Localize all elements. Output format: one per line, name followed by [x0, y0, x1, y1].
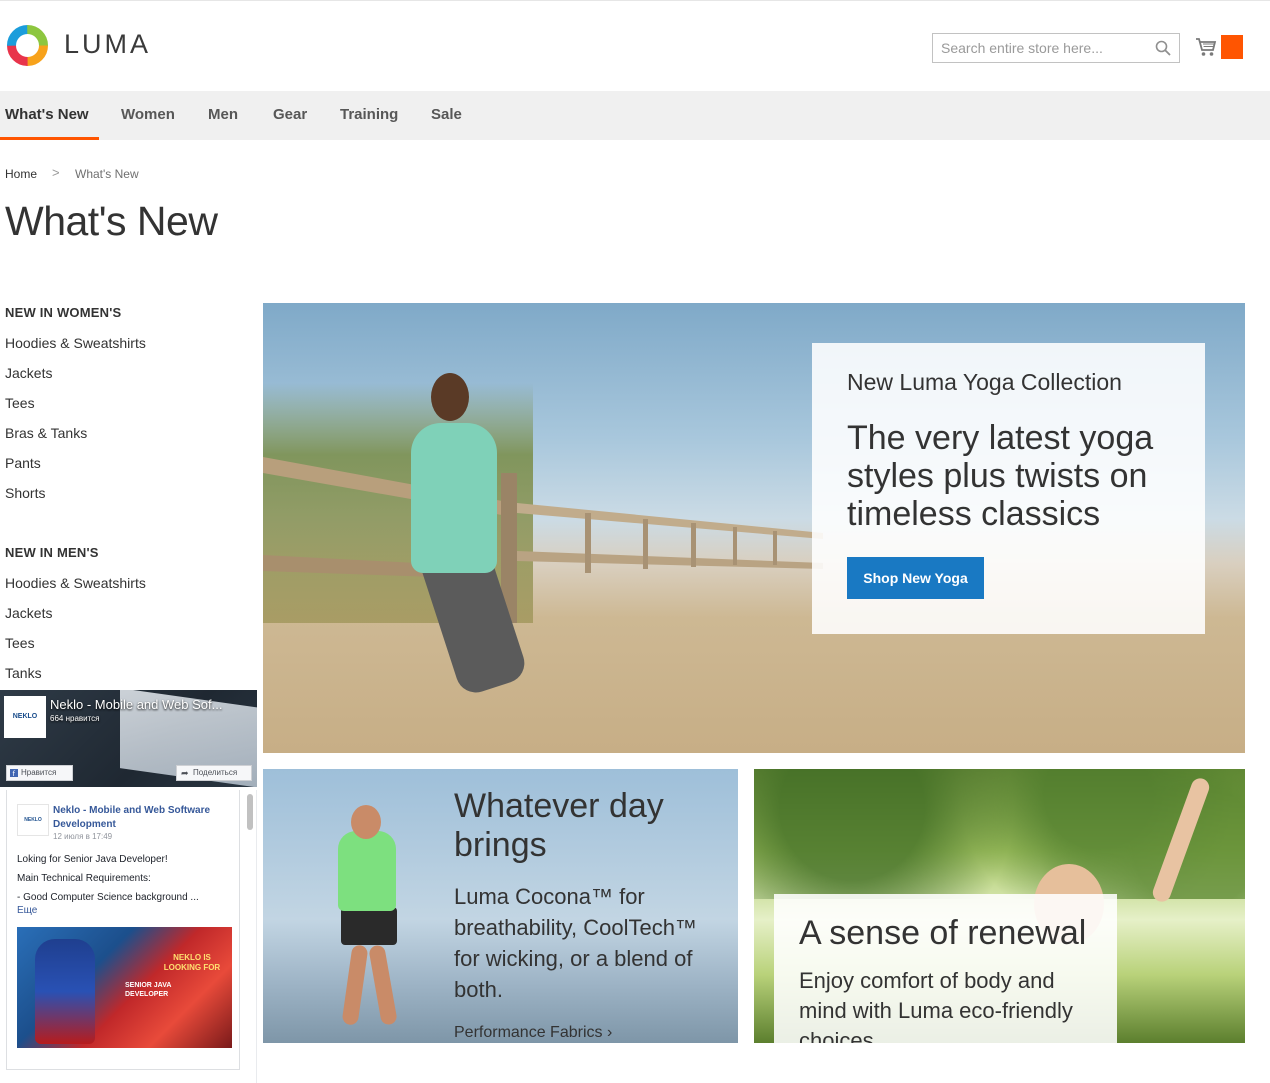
hero-headline: The very latest yoga styles plus twists …	[847, 419, 1154, 533]
performance-fabrics-link[interactable]: Performance Fabrics ›	[454, 1024, 612, 1042]
search-icon[interactable]	[1155, 40, 1171, 56]
promo-title: Whatever day brings	[454, 787, 664, 864]
facebook-f-icon: f	[10, 769, 18, 777]
promo-text-panel: A sense of renewal Enjoy comfort of body…	[774, 894, 1117, 1043]
post-image-subcaption: SENIOR JAVA DEVELOPER	[125, 982, 172, 998]
hero-image-figure	[411, 423, 497, 573]
sidebar-link-men-hoodies[interactable]: Hoodies & Sweatshirts	[5, 575, 146, 591]
sidebar-link-men-tanks[interactable]: Tanks	[5, 665, 42, 681]
facebook-post-more-link[interactable]: Еще	[17, 905, 37, 916]
cart-counter-badge[interactable]	[1221, 35, 1243, 59]
facebook-feed-scrollbar[interactable]	[247, 794, 253, 830]
cart-icon[interactable]	[1195, 37, 1217, 57]
nav-item-whats-new[interactable]: What's New	[5, 91, 89, 140]
promo-image-runner-shorts	[341, 907, 397, 945]
main-navigation: What's New Women Men Gear Training Sale	[0, 91, 1270, 140]
active-nav-indicator	[0, 137, 99, 140]
facebook-post-avatar[interactable]: NEKLO	[17, 804, 49, 836]
sidebar-link-men-tees[interactable]: Tees	[5, 635, 35, 651]
post-image-caption: NEKLO IS LOOKING FOR	[163, 953, 221, 972]
post-image-figure	[35, 939, 95, 1044]
page-title: What's New	[5, 198, 218, 244]
luma-logo-icon[interactable]	[5, 23, 50, 68]
sidebar-link-women-shorts[interactable]: Shorts	[5, 485, 45, 501]
hero-kicker: New Luma Yoga Collection	[847, 369, 1122, 395]
breadcrumb-home[interactable]: Home	[5, 167, 37, 181]
promo-image-runner-head	[351, 805, 381, 839]
search-input[interactable]	[933, 34, 1146, 62]
breadcrumb-current: What's New	[75, 167, 139, 181]
facebook-page-logo[interactable]: NEKLO	[4, 696, 46, 738]
facebook-page-name[interactable]: Neklo - Mobile and Web Sof...	[50, 697, 250, 712]
facebook-share-button[interactable]: ➦ Поделиться	[176, 765, 252, 781]
promo-title: A sense of renewal	[799, 914, 1087, 952]
facebook-post-author[interactable]: Neklo - Mobile and Web Software Developm…	[53, 804, 233, 832]
share-arrow-icon: ➦	[181, 768, 189, 778]
sidebar-link-women-jackets[interactable]: Jackets	[5, 365, 52, 381]
facebook-post-image[interactable]: NEKLO IS LOOKING FOR SENIOR JAVA DEVELOP…	[17, 927, 232, 1048]
search-box	[932, 33, 1180, 63]
facebook-post-text-line: Loking for Senior Java Developer!	[17, 854, 168, 865]
sidebar-link-men-jackets[interactable]: Jackets	[5, 605, 52, 621]
facebook-post-text-line: - Good Computer Science background ...	[17, 892, 199, 903]
sidebar-link-women-bras-tanks[interactable]: Bras & Tanks	[5, 425, 87, 441]
facebook-like-count: 664 нравится	[50, 714, 100, 723]
nav-item-men[interactable]: Men	[208, 91, 238, 140]
facebook-share-label: Поделиться	[193, 768, 238, 777]
facebook-post-text-line: Main Technical Requirements:	[17, 873, 151, 884]
hero-text-panel: New Luma Yoga Collection The very latest…	[812, 343, 1205, 634]
sidebar-link-women-pants[interactable]: Pants	[5, 455, 41, 471]
promo-text: Enjoy comfort of body and mind with Luma…	[799, 968, 1073, 1043]
nav-item-gear[interactable]: Gear	[273, 91, 307, 140]
sidebar-link-women-tees[interactable]: Tees	[5, 395, 35, 411]
facebook-feed[interactable]: NEKLO Neklo - Mobile and Web Software De…	[0, 790, 257, 1083]
facebook-page-cover[interactable]: NEKLO Neklo - Mobile and Web Sof... 664 …	[0, 690, 257, 787]
sidebar-heading-men: NEW IN MEN'S	[5, 545, 99, 560]
facebook-like-button[interactable]: f Нравится	[6, 765, 73, 781]
hero-image-fence	[263, 457, 823, 623]
brand-name[interactable]: LUMA	[64, 29, 151, 60]
nav-item-training[interactable]: Training	[340, 91, 398, 140]
hero-image-figure-head	[431, 373, 469, 421]
facebook-like-label: Нравится	[21, 768, 57, 777]
site-header: LUMA	[0, 0, 1270, 91]
promo-image-runner-leg	[341, 944, 369, 1026]
promo-image-runner	[338, 831, 396, 911]
promo-text: Luma Cocona™ for breathability, CoolTech…	[454, 884, 697, 1002]
nav-item-women[interactable]: Women	[121, 91, 175, 140]
breadcrumb-separator: >	[52, 165, 60, 180]
hero-banner[interactable]: New Luma Yoga Collection The very latest…	[263, 303, 1245, 753]
facebook-post-timestamp[interactable]: 12 июля в 17:49	[53, 832, 112, 841]
facebook-post: NEKLO Neklo - Mobile and Web Software De…	[6, 790, 240, 1070]
sidebar-link-women-hoodies[interactable]: Hoodies & Sweatshirts	[5, 335, 146, 351]
promo-image-runner-leg	[368, 944, 398, 1026]
promo-sense-of-renewal[interactable]: A sense of renewal Enjoy comfort of body…	[754, 769, 1245, 1043]
promo-performance-fabrics[interactable]: Whatever day brings Luma Cocona™ for bre…	[263, 769, 738, 1043]
nav-item-sale[interactable]: Sale	[431, 91, 462, 140]
shop-new-yoga-button[interactable]: Shop New Yoga	[847, 557, 984, 599]
sidebar-heading-women: NEW IN WOMEN'S	[5, 305, 122, 320]
